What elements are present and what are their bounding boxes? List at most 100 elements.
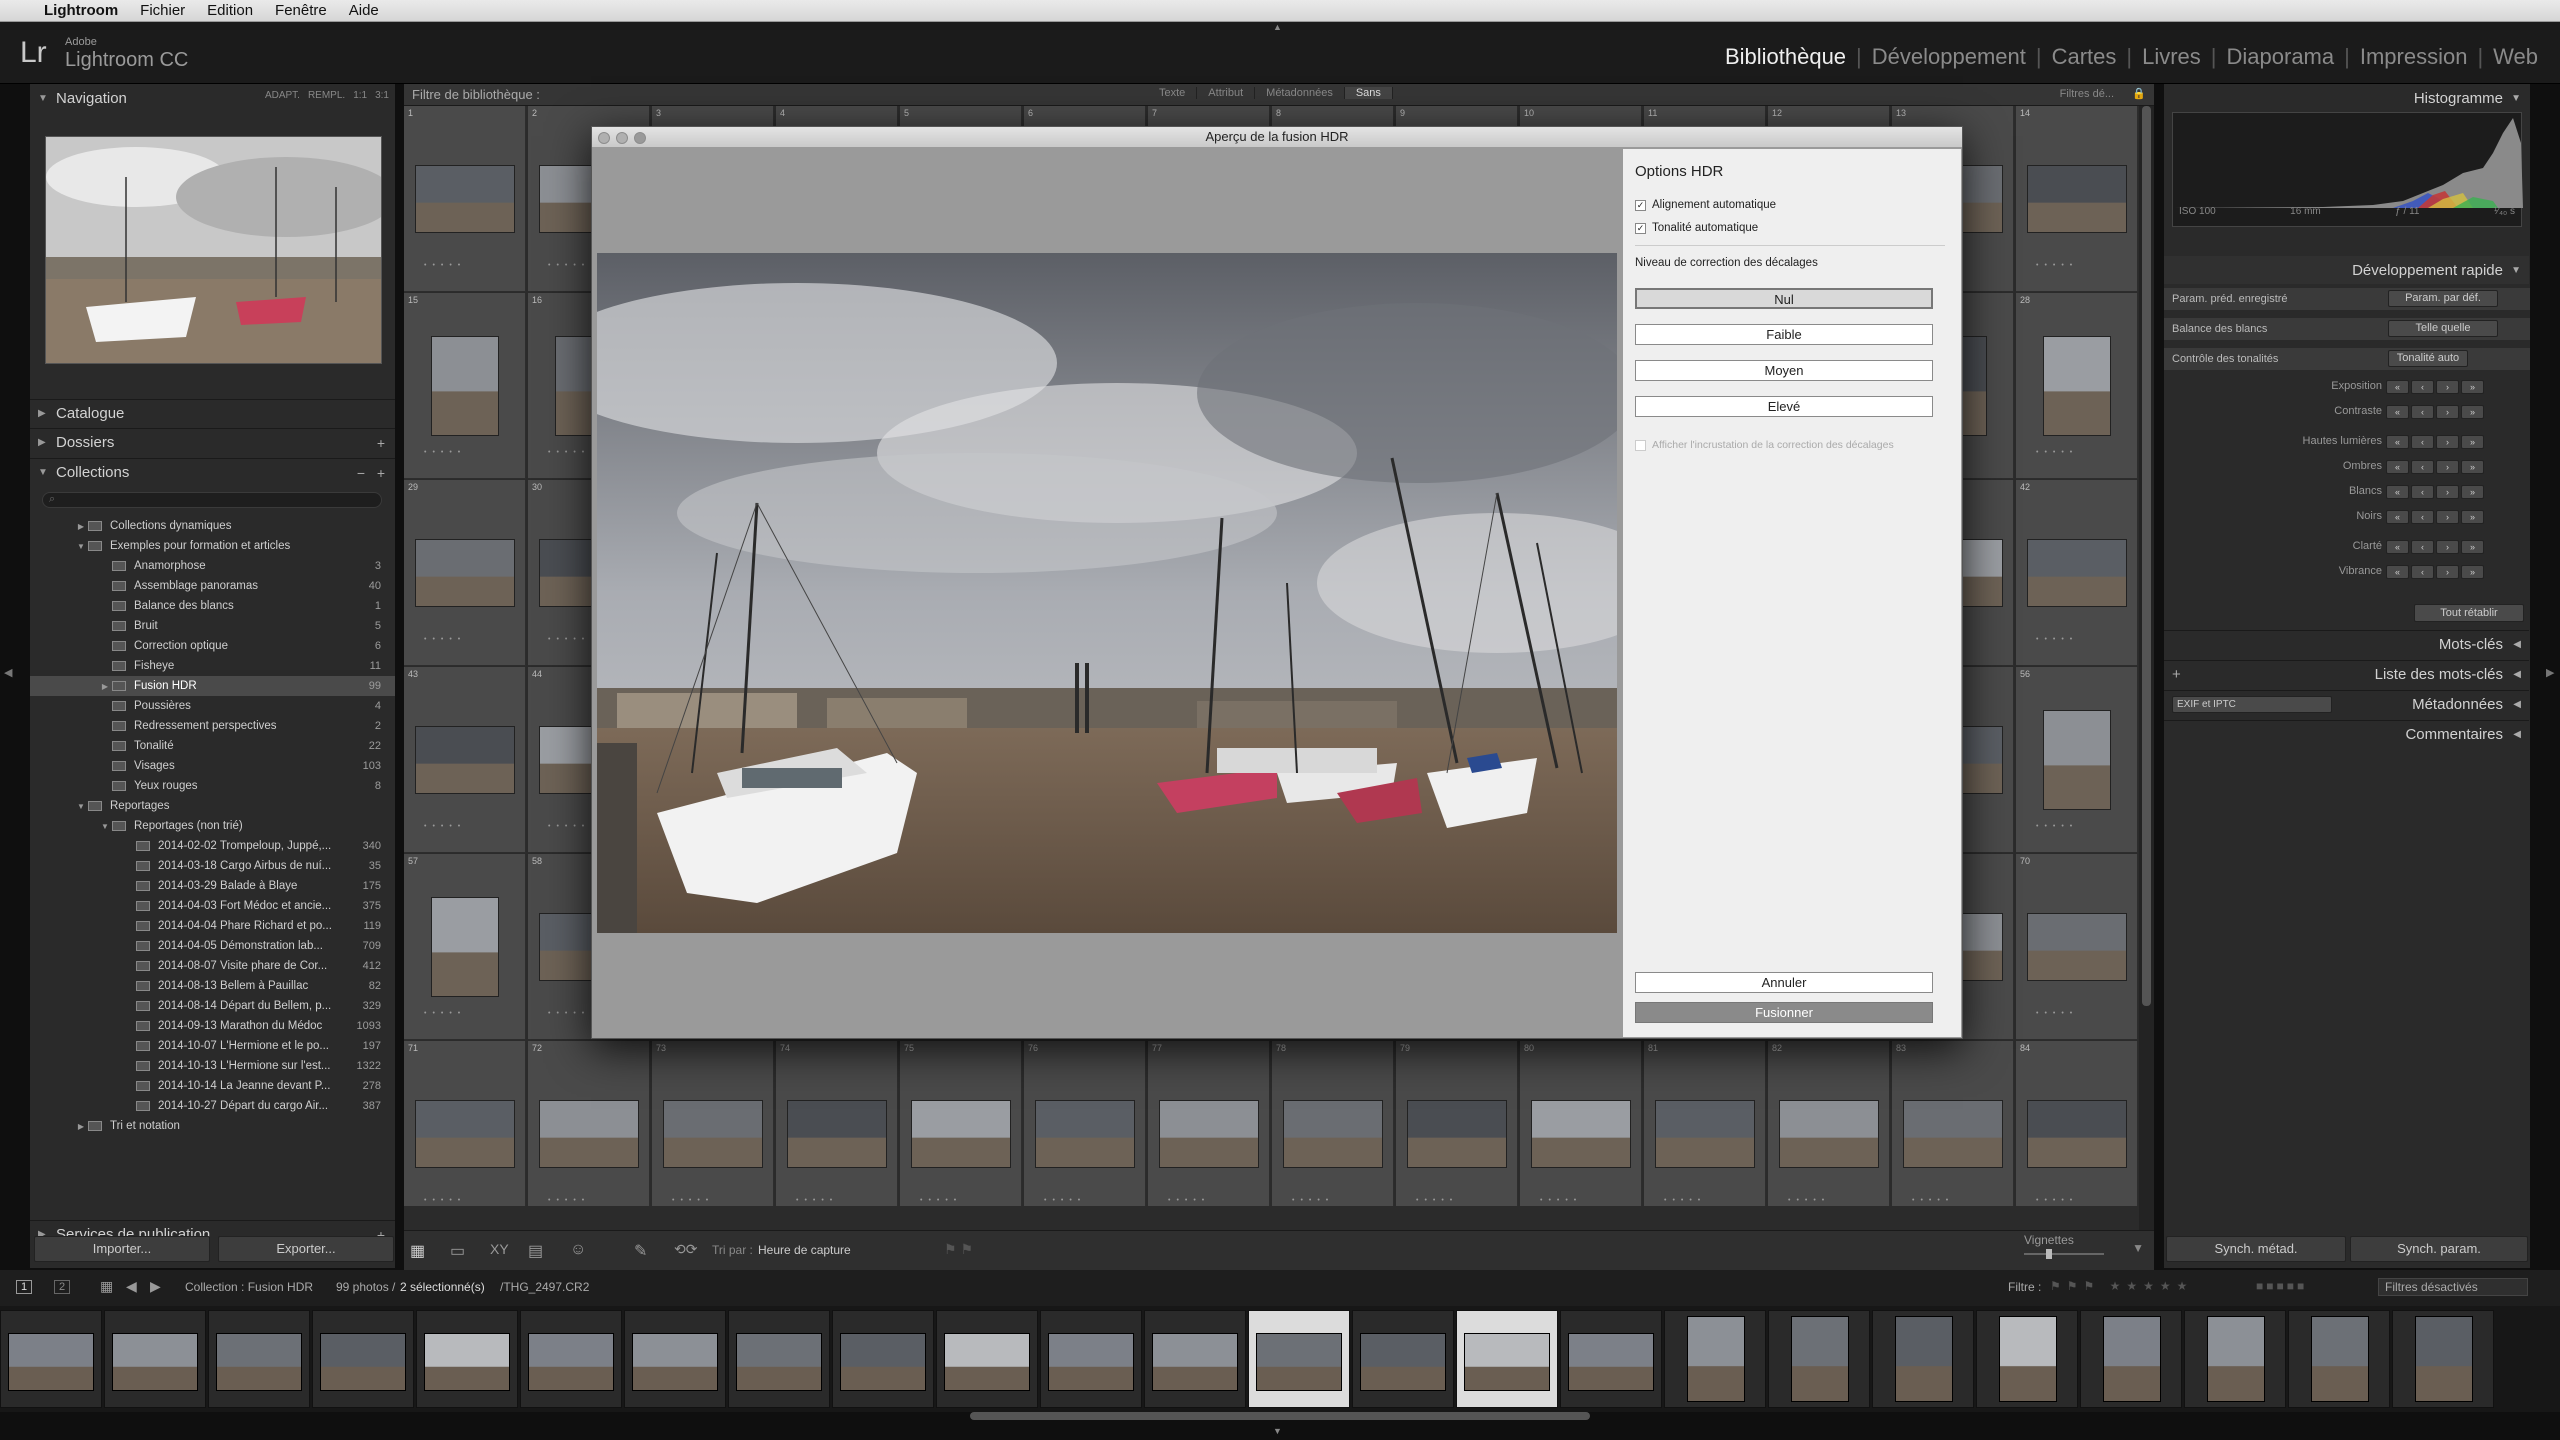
current-file[interactable]: /THG_2497.CR2 [500,1280,589,1294]
photo-thumbnail[interactable] [430,896,499,997]
photo-thumbnail[interactable] [414,1099,515,1168]
filmstrip-thumbnail[interactable] [1976,1310,2078,1408]
grid-cell[interactable]: 72 ••••• [528,1041,650,1206]
filmstrip-thumbnail[interactable] [624,1310,726,1408]
filmstrip-thumbnail[interactable] [1040,1310,1142,1408]
filmstrip-thumbnail[interactable] [832,1310,934,1408]
filmstrip-thumbnail[interactable] [936,1310,1038,1408]
collection-item[interactable]: Redressement perspectives 2 [30,716,395,736]
rating-dots[interactable]: ••••• [920,1197,962,1204]
cancel-button[interactable]: Annuler [1635,972,1933,993]
navigator-preview[interactable] [45,136,382,364]
checkbox-checked-icon[interactable]: ✓ [1635,222,1646,234]
scrollbar-thumb[interactable] [2142,106,2151,1006]
photo-thumbnail[interactable] [1406,1099,1507,1168]
collection-item[interactable]: Bruit 5 [30,616,395,636]
painter-icon[interactable]: ✎ [634,1241,647,1261]
filter-presets[interactable]: Filtres dé... [2060,88,2114,100]
screen-1-button[interactable]: 1 [16,1280,33,1294]
filmstrip-thumbnail[interactable] [208,1310,310,1408]
tone-step-button[interactable]: ‹ [2411,380,2434,394]
collections-header[interactable]: ▼ Collections − + [30,458,395,486]
filmstrip-thumbnail[interactable] [1352,1310,1454,1408]
photo-thumbnail[interactable] [538,1099,639,1168]
collapse-triangle-icon[interactable]: ▼ [98,822,112,831]
tone-step-button[interactable]: « [2386,405,2409,419]
collection-item[interactable]: Correction optique 6 [30,636,395,656]
comments-header[interactable]: Commentaires ◀ [2164,720,2529,748]
tone-step-button[interactable]: ‹ [2411,460,2434,474]
collection-item[interactable]: Visages 103 [30,756,395,776]
collapse-top-icon[interactable]: ▲ [1273,22,1285,32]
grid-cell[interactable]: 42 ••••• [2016,480,2138,666]
import-button[interactable]: Importer... [34,1236,210,1262]
collection-item[interactable]: 2014-10-13 L'Hermione sur l'est... 1322 [30,1056,395,1076]
grid-cell[interactable]: 28 ••••• [2016,293,2138,479]
photo-thumbnail[interactable] [910,1099,1011,1168]
photo-thumbnail[interactable] [1530,1099,1631,1168]
survey-view-icon[interactable]: ▤ [528,1241,543,1261]
rating-dots[interactable]: ••••• [672,1197,714,1204]
tone-step-button[interactable]: « [2386,380,2409,394]
filmstrip-thumbnail[interactable] [728,1310,830,1408]
photo-thumbnail[interactable] [1902,1099,2003,1168]
rating-dots[interactable]: ••••• [424,449,466,456]
rating-dots[interactable]: ••••• [1168,1197,1210,1204]
photo-thumbnail[interactable] [414,538,515,607]
flag-icon[interactable]: ⚑ ⚑ [944,1241,973,1258]
rating-dots[interactable]: ••••• [1292,1197,1334,1204]
rating-dots[interactable]: ••••• [548,1010,590,1017]
minus-icon[interactable]: − [357,465,365,481]
rating-dots[interactable]: ••••• [2036,823,2078,830]
collection-item[interactable]: 2014-10-14 La Jeanne devant P... 278 [30,1076,395,1096]
tone-step-button[interactable]: « [2386,565,2409,579]
rating-dots[interactable]: ••••• [1044,1197,1086,1204]
filter-preset-select[interactable]: Filtres désactivés [2378,1278,2528,1296]
rating-dots[interactable]: ••••• [2036,636,2078,643]
menu-fenetre[interactable]: Fenêtre [275,2,327,19]
photo-thumbnail[interactable] [1158,1099,1259,1168]
grid-cell[interactable]: 14 ••••• [2016,106,2138,292]
people-view-icon[interactable]: ☺ [570,1241,586,1259]
rating-dots[interactable]: ••••• [1416,1197,1458,1204]
photo-thumbnail[interactable] [1282,1099,1383,1168]
rating-dots[interactable]: ••••• [424,823,466,830]
thumbnail-size-slider[interactable] [2024,1249,2104,1259]
filmstrip-thumbnail[interactable] [104,1310,206,1408]
rotate-icon[interactable]: ⟲⟳ [674,1241,697,1258]
grid-icon[interactable]: ▦ [100,1278,113,1295]
collection-item[interactable]: 2014-08-07 Visite phare de Cor... 412 [30,956,395,976]
rating-dots[interactable]: ••••• [796,1197,838,1204]
filmstrip-thumbnail[interactable] [416,1310,518,1408]
photo-thumbnail[interactable] [786,1099,887,1168]
collection-item[interactable]: Anamorphose 3 [30,556,395,576]
tone-step-button[interactable]: » [2461,540,2484,554]
grid-scrollbar[interactable] [2139,106,2154,1230]
rating-filter-icon[interactable]: ⚑⚑⚑ ★★★★★ [2050,1279,2193,1293]
zoom-fill[interactable]: REMPL. [308,90,345,101]
rating-dots[interactable]: ••••• [2036,1010,2078,1017]
auto-align-checkbox[interactable]: ✓ Alignement automatique [1635,199,1776,211]
grid-cell[interactable]: 56 ••••• [2016,667,2138,853]
filmstrip-thumbnail[interactable] [1872,1310,1974,1408]
filmstrip-scrollbar[interactable] [970,1412,1590,1420]
grid-cell[interactable]: 83 ••••• [1892,1041,2014,1206]
filmstrip-thumbnail[interactable] [2184,1310,2286,1408]
collection-item[interactable]: ▶ Fusion HDR 99 [30,676,395,696]
zoom-window-icon[interactable] [634,132,646,144]
filmstrip-thumbnail[interactable] [0,1310,102,1408]
rating-dots[interactable]: ••••• [2036,262,2078,269]
tone-step-button[interactable]: « [2386,540,2409,554]
photo-thumbnail[interactable] [430,335,499,436]
filmstrip-thumbnail[interactable] [2080,1310,2182,1408]
filmstrip-thumbnail[interactable] [520,1310,622,1408]
zoom-3-1[interactable]: 3:1 [375,90,389,101]
tone-step-button[interactable]: › [2436,460,2459,474]
collection-item[interactable]: ▼ Reportages (non trié) [30,816,395,836]
photo-thumbnail[interactable] [2026,912,2127,981]
grid-cell[interactable]: 78 ••••• [1272,1041,1394,1206]
grid-cell[interactable]: 43 ••••• [404,667,526,853]
color-filter-icon[interactable]: ■■■■■ [2256,1279,2307,1293]
tone-step-button[interactable]: › [2436,510,2459,524]
rating-dots[interactable]: ••••• [548,823,590,830]
